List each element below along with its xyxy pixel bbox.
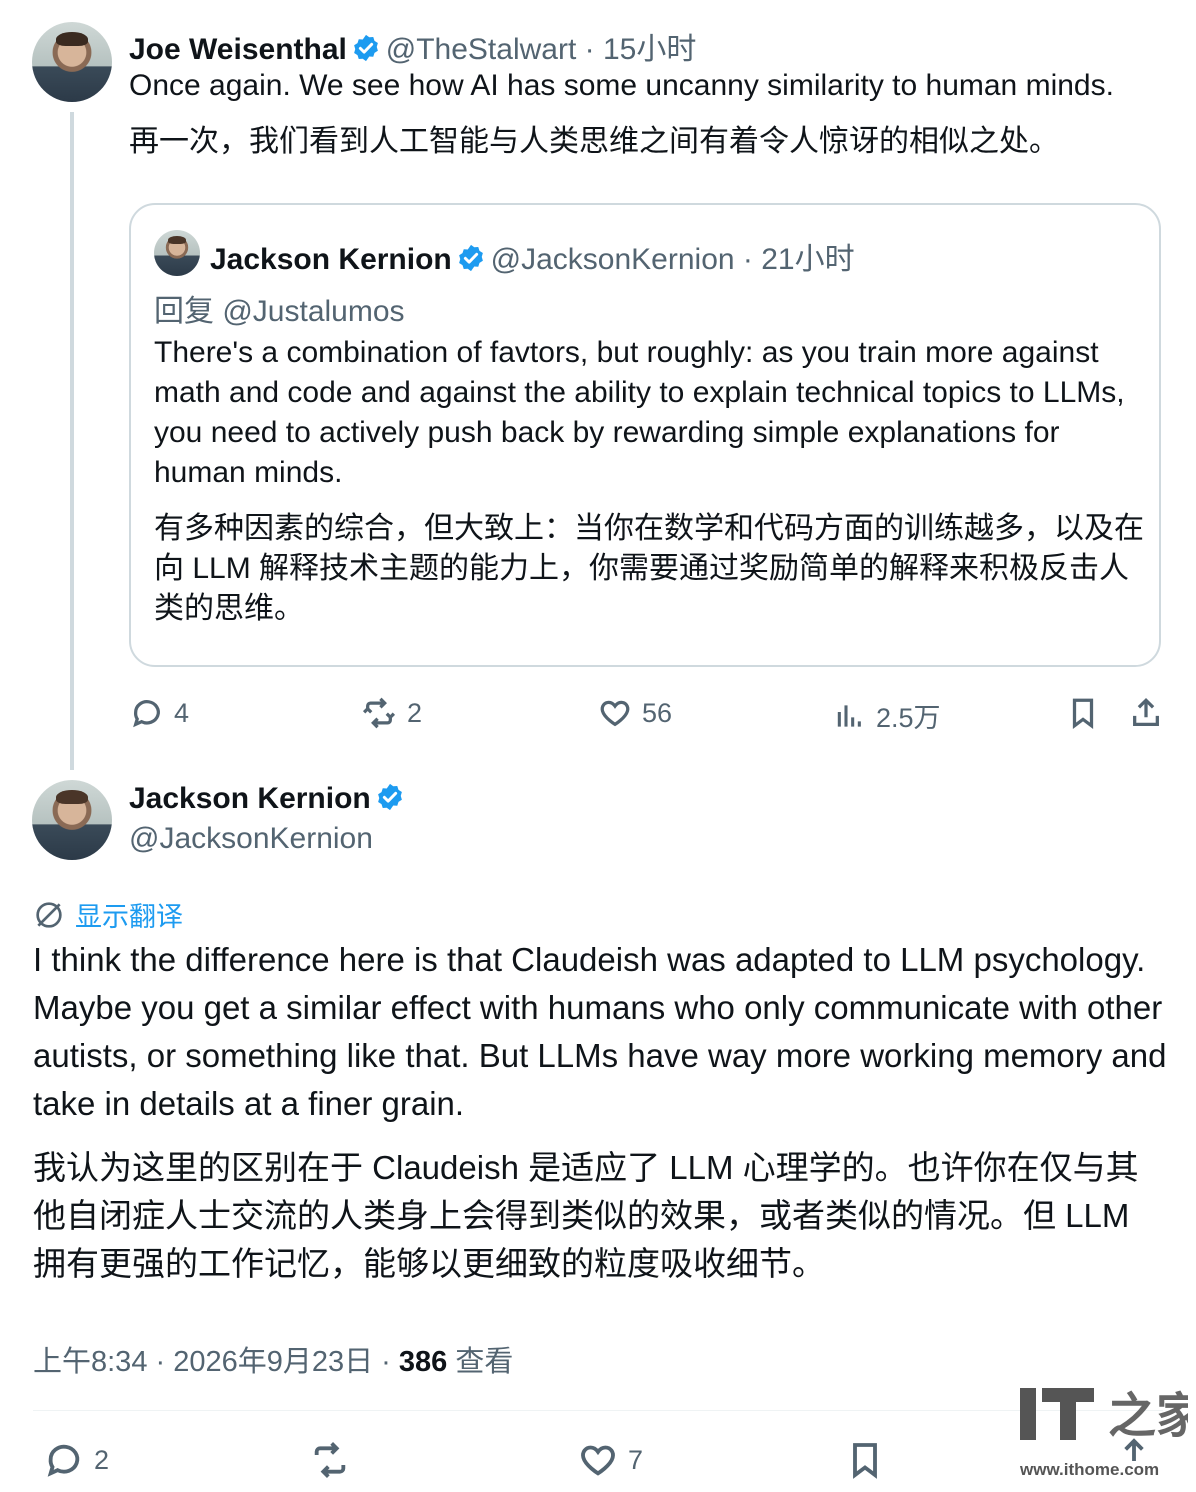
views-button[interactable]: 2.5万 xyxy=(834,696,941,735)
share-button[interactable] xyxy=(1128,696,1164,730)
watermark-url: www.ithome.com xyxy=(1020,1460,1160,1479)
heart-icon xyxy=(600,700,630,727)
divider xyxy=(33,1410,1163,1411)
ithome-logo-watermark: 之家 xyxy=(1018,1384,1196,1444)
tweet2-text: I think the difference here is that Clau… xyxy=(33,941,1167,1122)
post-meta: 上午8:34 · 2026年9月23日 · 386 查看 xyxy=(33,1338,513,1380)
tweet1-text: Once again. We see how AI has some uncan… xyxy=(129,69,1114,102)
share-icon xyxy=(1133,697,1159,726)
retweet-count: 2 xyxy=(407,697,423,728)
retweet-icon xyxy=(362,697,396,729)
retweet-icon xyxy=(314,1441,346,1479)
bookmark-icon xyxy=(853,1443,877,1479)
reply-icon xyxy=(133,700,160,728)
reply-prefix: 回复 xyxy=(154,295,223,328)
quoted-author-handle: @JacksonKernion xyxy=(490,243,735,276)
thread-connector-line xyxy=(70,112,74,770)
reply-button[interactable]: 2 xyxy=(44,1440,109,1480)
reply-button[interactable]: 4 xyxy=(130,696,189,730)
view-count: 2.5万 xyxy=(876,703,941,733)
translate-label: 显示翻译 xyxy=(75,902,183,932)
avatar-jackson-small xyxy=(154,230,200,276)
quoted-header: Jackson Kernion @JacksonKernion · 21小时 xyxy=(210,234,855,278)
like-count: 56 xyxy=(642,697,673,728)
like-count: 7 xyxy=(628,1444,644,1475)
analytics-icon xyxy=(837,704,861,727)
tweet1-text-translation: 再一次，我们看到人工智能与人类思维之间有着令人惊讶的相似之处。 xyxy=(129,125,1059,158)
bookmark-button[interactable] xyxy=(1066,696,1100,730)
reply-count: 4 xyxy=(174,697,190,728)
reply-icon xyxy=(47,1444,80,1477)
avatar-jackson[interactable] xyxy=(32,780,112,860)
quoted-text: There's a combination of favtors, but ro… xyxy=(154,336,1125,489)
author-handle[interactable]: @TheStalwart xyxy=(386,33,577,66)
heart-icon xyxy=(581,1445,615,1476)
like-button[interactable]: 56 xyxy=(598,696,672,730)
tweet2-text-translation: 我认为这里的区别在于 Claudeish 是适应了 LLM 心理学的。也许你在仅… xyxy=(33,1149,1139,1282)
views-label: 查看 xyxy=(447,1346,514,1378)
retweet-button[interactable]: 2 xyxy=(361,696,422,730)
bookmark-icon xyxy=(1072,698,1094,730)
like-button[interactable]: 7 xyxy=(578,1440,643,1480)
quoted-post-time: · 21小时 xyxy=(734,243,855,276)
author-handle[interactable]: @JacksonKernion xyxy=(129,822,373,856)
author-name[interactable]: Jackson Kernion xyxy=(129,782,371,815)
bookmark-button[interactable] xyxy=(845,1440,885,1480)
show-translation-link[interactable]: 显示翻译 xyxy=(33,895,183,934)
quoted-author-name: Jackson Kernion xyxy=(210,243,452,276)
reply-context: 回复 @Justalumos xyxy=(154,286,405,330)
retweet-button[interactable] xyxy=(308,1440,352,1480)
reply-to-handle: @Justalumos xyxy=(222,295,405,328)
views-count: 386 xyxy=(398,1346,448,1378)
verified-badge-icon xyxy=(375,782,405,812)
post-timestamp[interactable]: 上午8:34 · 2026年9月23日 · xyxy=(33,1346,399,1378)
reply-count: 2 xyxy=(94,1444,110,1475)
avatar-joe[interactable] xyxy=(32,22,112,102)
svg-text:之家: 之家 xyxy=(1108,1388,1188,1444)
author-name[interactable]: Joe Weisenthal xyxy=(129,33,347,66)
tweet1-header: Joe Weisenthal @TheStalwart · 15小时 xyxy=(129,24,696,68)
verified-badge-icon xyxy=(351,33,381,63)
post-time[interactable]: · 15小时 xyxy=(576,33,697,66)
quoted-text-translation: 有多种因素的综合，但大致上：当你在数学和代码方面的训练越多，以及在向 LLM 解… xyxy=(154,512,1144,625)
translate-icon xyxy=(36,901,62,928)
tweet2-header: Jackson Kernion xyxy=(129,782,405,816)
verified-badge-icon xyxy=(456,243,486,273)
